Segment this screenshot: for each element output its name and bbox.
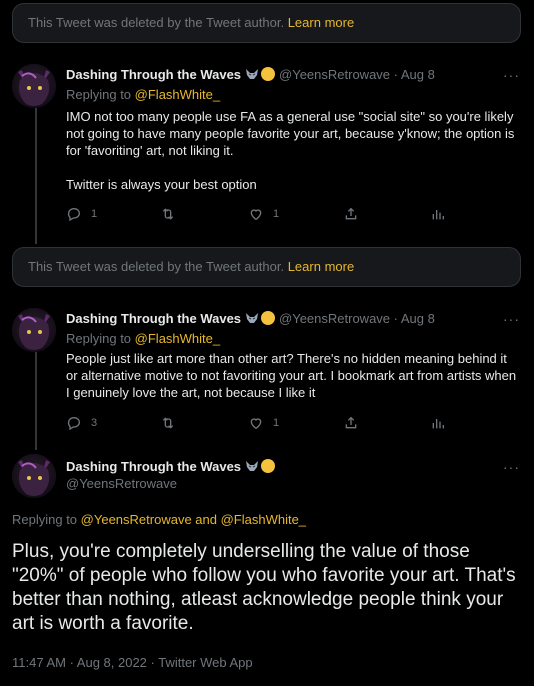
display-name[interactable]: Dashing Through the Waves: [66, 459, 241, 474]
retweet-button[interactable]: [160, 206, 185, 222]
analytics-icon: [432, 210, 444, 220]
reply-button[interactable]: 1: [66, 206, 97, 222]
analytics-icon: [432, 419, 444, 429]
avatar[interactable]: [12, 454, 56, 498]
wolf-emoji-icon: [245, 311, 259, 330]
thread-line: [35, 108, 37, 244]
reply-icon: [67, 416, 81, 431]
learn-more-link[interactable]: Learn more: [288, 259, 354, 274]
deleted-tweet-notice: This Tweet was deleted by the Tweet auth…: [12, 3, 521, 43]
tweet-paragraph: Twitter is always your best option: [66, 177, 257, 192]
replying-to: Replying to @FlashWhite_: [66, 86, 220, 103]
like-button[interactable]: 1: [248, 415, 279, 431]
thread-line: [35, 352, 37, 450]
replying-label: Replying to: [12, 512, 78, 527]
replying-label: Replying to: [66, 87, 132, 102]
tweet-header: Dashing Through the Waves @YeensRetrowave…: [66, 310, 435, 330]
like-icon: [250, 209, 262, 221]
more-icon[interactable]: ···: [503, 68, 520, 82]
handle-date[interactable]: @YeensRetrowave · Aug 8: [279, 311, 435, 326]
share-button[interactable]: [343, 206, 359, 222]
like-count: 1: [273, 417, 280, 429]
main-handle[interactable]: @YeensRetrowave: [66, 475, 177, 492]
deleted-notice-text: This Tweet was deleted by the Tweet auth…: [28, 259, 285, 274]
deleted-notice-text: This Tweet was deleted by the Tweet auth…: [28, 15, 285, 30]
share-icon: [345, 207, 357, 220]
reply-button[interactable]: 3: [66, 415, 97, 431]
retweet-icon: [162, 208, 174, 220]
mention-link[interactable]: @YeensRetrowave and @FlashWhite_: [81, 512, 306, 527]
like-count: 1: [273, 208, 280, 220]
gold-badge-icon: [261, 311, 276, 325]
tweet-timestamp[interactable]: 11:47 AM · Aug 8, 2022 · Twitter Web App: [12, 654, 253, 671]
gold-badge-icon: [261, 67, 276, 81]
reply-icon: [67, 207, 81, 222]
tweet-paragraph: IMO not too many people use FA as a gene…: [66, 109, 515, 158]
mention-link[interactable]: @FlashWhite_: [135, 331, 220, 346]
display-name[interactable]: Dashing Through the Waves: [66, 311, 241, 326]
handle-date[interactable]: @YeensRetrowave · Aug 8: [279, 67, 435, 82]
gold-badge-icon: [261, 459, 276, 473]
tweet-paragraph: People just like art more than other art…: [66, 351, 517, 400]
replying-to: Replying to @FlashWhite_: [66, 330, 220, 347]
analytics-button[interactable]: [430, 415, 446, 431]
wolf-emoji-icon: [245, 459, 259, 477]
learn-more-link[interactable]: Learn more: [288, 15, 354, 30]
main-tweet-text: Plus, you're completely underselling the…: [12, 541, 516, 634]
replying-to: Replying to @YeensRetrowave and @FlashWh…: [12, 511, 306, 528]
replying-label: Replying to: [66, 331, 132, 346]
reply-count: 1: [91, 208, 98, 220]
analytics-button[interactable]: [430, 206, 446, 222]
more-icon[interactable]: ···: [503, 460, 520, 474]
like-icon: [250, 418, 262, 430]
share-icon: [345, 416, 357, 429]
wolf-emoji-icon: [245, 67, 259, 86]
tweet-header: Dashing Through the Waves @YeensRetrowave…: [66, 66, 435, 86]
share-button[interactable]: [343, 415, 359, 431]
retweet-icon: [162, 417, 174, 429]
tweet-text: People just like art more than other art…: [66, 350, 521, 401]
tweet-text: IMO not too many people use FA as a gene…: [66, 108, 521, 193]
reply-count: 3: [91, 417, 98, 429]
retweet-button[interactable]: [160, 415, 185, 431]
avatar[interactable]: [12, 308, 56, 352]
avatar[interactable]: [12, 64, 56, 108]
mention-link[interactable]: @FlashWhite_: [135, 87, 220, 102]
tweet-actions: 3 1: [66, 415, 446, 433]
more-icon[interactable]: ···: [503, 312, 520, 326]
display-name[interactable]: Dashing Through the Waves: [66, 67, 241, 82]
like-button[interactable]: 1: [248, 206, 279, 222]
deleted-tweet-notice: This Tweet was deleted by the Tweet auth…: [12, 247, 521, 287]
tweet-actions: 1 1: [66, 206, 446, 224]
